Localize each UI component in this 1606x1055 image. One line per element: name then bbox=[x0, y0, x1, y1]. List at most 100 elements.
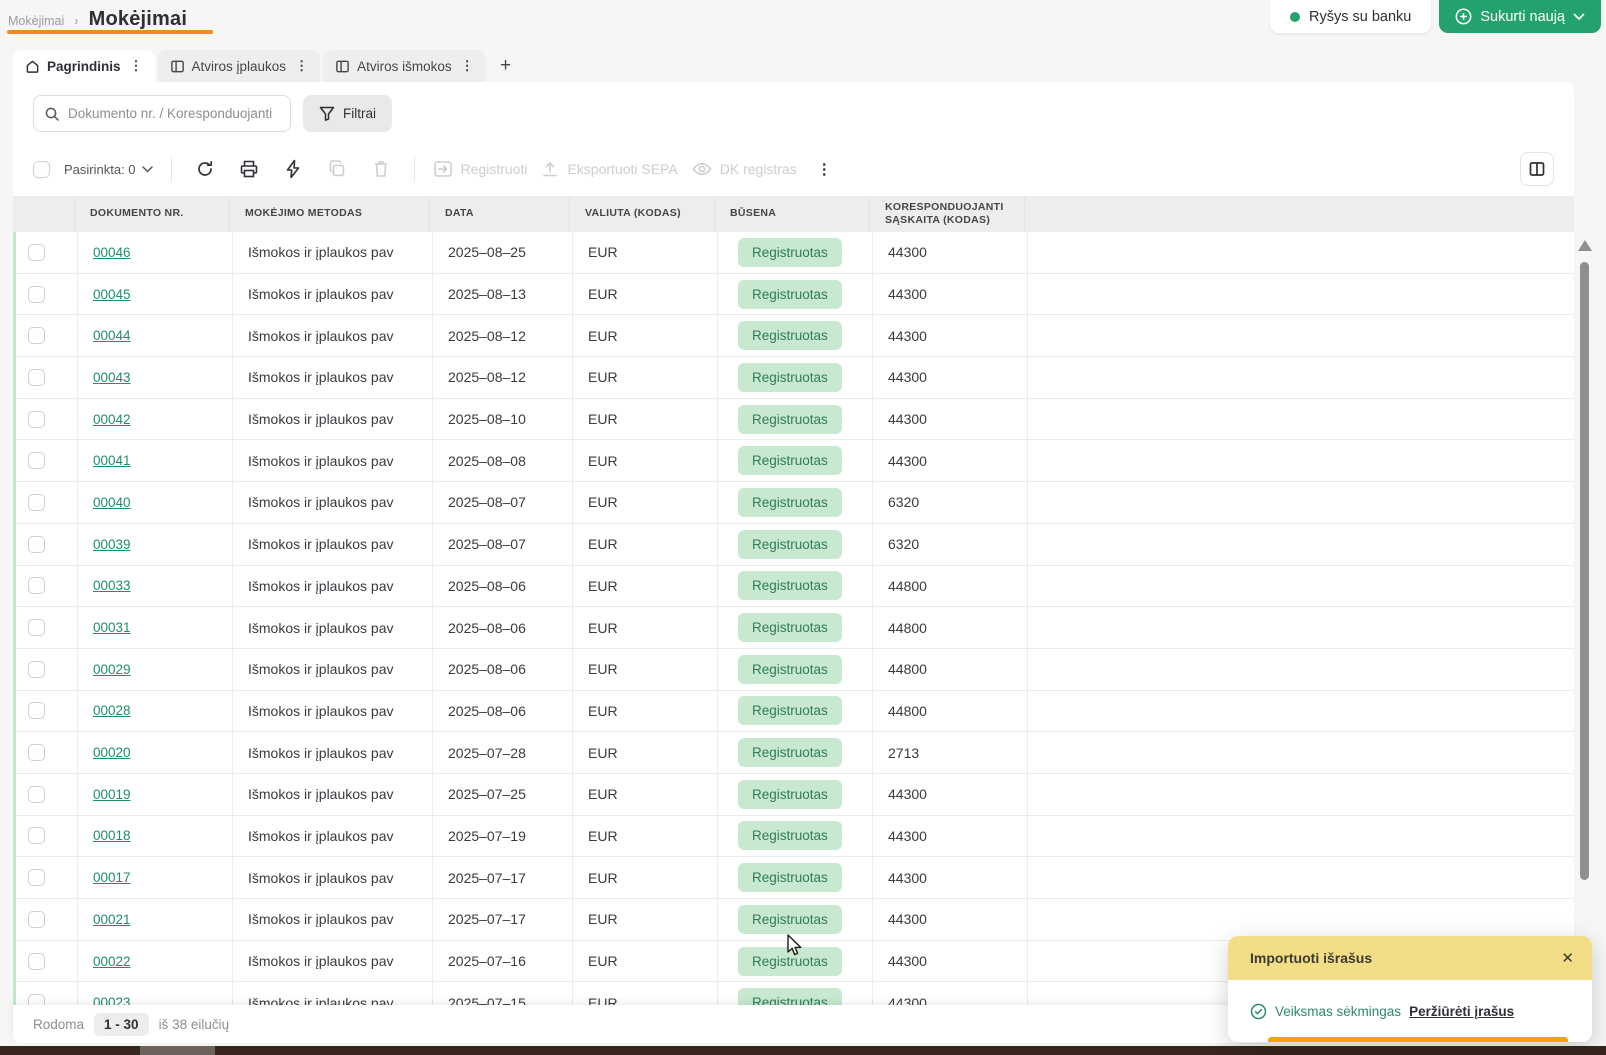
document-link[interactable]: 00022 bbox=[93, 954, 131, 969]
row-checkbox[interactable] bbox=[28, 869, 45, 886]
dk-register-button[interactable]: DK registras bbox=[692, 161, 797, 177]
row-checkbox[interactable] bbox=[28, 953, 45, 970]
document-link[interactable]: 00033 bbox=[93, 578, 131, 593]
select-all-checkbox[interactable] bbox=[33, 161, 50, 178]
document-link[interactable]: 00028 bbox=[93, 703, 131, 718]
document-link[interactable]: 00040 bbox=[93, 495, 131, 510]
empty-cell bbox=[1028, 607, 1574, 648]
tab-atviros-ismokos[interactable]: Atviros išmokos ⋮ bbox=[323, 50, 486, 82]
row-checkbox[interactable] bbox=[28, 494, 45, 511]
document-link[interactable]: 00043 bbox=[93, 370, 131, 385]
tab-menu-kebab-icon[interactable]: ⋮ bbox=[293, 58, 310, 74]
row-checkbox-cell bbox=[16, 315, 78, 356]
row-checkbox[interactable] bbox=[28, 452, 45, 469]
column-header-currency[interactable]: VALIUTA (KODAS) bbox=[570, 196, 715, 232]
tab-atviros-iplaukos[interactable]: Atviros įplaukos ⋮ bbox=[158, 50, 321, 82]
eye-icon bbox=[692, 161, 712, 177]
table-row: 00018Išmokos ir įplaukos pav2025–07–19EU… bbox=[16, 816, 1574, 858]
document-link[interactable]: 00021 bbox=[93, 912, 131, 927]
document-link[interactable]: 00029 bbox=[93, 662, 131, 677]
column-settings-button[interactable] bbox=[1520, 152, 1554, 186]
row-checkbox[interactable] bbox=[28, 827, 45, 844]
create-new-button[interactable]: Sukurti naują bbox=[1439, 0, 1601, 33]
document-link[interactable]: 00017 bbox=[93, 870, 131, 885]
column-header-payment-method[interactable]: MOKĖJIMO METODAS bbox=[230, 196, 430, 232]
document-link[interactable]: 00044 bbox=[93, 328, 131, 343]
payment-method-cell: Išmokos ir įplaukos pav bbox=[233, 857, 433, 898]
scroll-up-arrow[interactable] bbox=[1578, 240, 1592, 251]
row-checkbox[interactable] bbox=[28, 786, 45, 803]
row-checkbox[interactable] bbox=[28, 577, 45, 594]
empty-cell bbox=[1028, 899, 1574, 940]
vertical-scrollbar[interactable] bbox=[1580, 262, 1589, 880]
table-row: 00044Išmokos ir įplaukos pav2025–08–12EU… bbox=[16, 315, 1574, 357]
document-nr-cell: 00020 bbox=[78, 732, 233, 773]
date-cell: 2025–08–07 bbox=[433, 524, 573, 565]
date-cell: 2025–08–06 bbox=[433, 649, 573, 690]
table-row: 00040Išmokos ir įplaukos pav2025–08–07EU… bbox=[16, 482, 1574, 524]
toolbar-more-kebab-icon[interactable]: ⋮ bbox=[811, 160, 838, 178]
document-nr-cell: 00046 bbox=[78, 232, 233, 273]
refresh-icon bbox=[195, 159, 215, 179]
row-checkbox[interactable] bbox=[28, 369, 45, 386]
date-cell: 2025–08–08 bbox=[433, 440, 573, 481]
add-tab-button[interactable]: + bbox=[489, 50, 523, 82]
status-badge: Registruotas bbox=[738, 947, 842, 976]
print-button[interactable] bbox=[234, 154, 264, 184]
delete-button[interactable] bbox=[366, 154, 396, 184]
table-row: 00041Išmokos ir įplaukos pav2025–08–08EU… bbox=[16, 440, 1574, 482]
currency-cell: EUR bbox=[573, 399, 718, 440]
tab-menu-kebab-icon[interactable]: ⋮ bbox=[459, 58, 476, 74]
document-link[interactable]: 00042 bbox=[93, 412, 131, 427]
breadcrumb-parent[interactable]: Mokėjimai bbox=[8, 14, 64, 28]
row-checkbox[interactable] bbox=[28, 327, 45, 344]
document-link[interactable]: 00031 bbox=[93, 620, 131, 635]
row-checkbox[interactable] bbox=[28, 286, 45, 303]
document-link[interactable]: 00020 bbox=[93, 745, 131, 760]
view-records-link[interactable]: Peržiūrėti įrašus bbox=[1409, 1004, 1514, 1019]
row-checkbox[interactable] bbox=[28, 244, 45, 261]
column-header-document-nr[interactable]: DOKUMENTO NR. bbox=[75, 196, 230, 232]
copy-button[interactable] bbox=[322, 154, 352, 184]
currency-cell: EUR bbox=[573, 899, 718, 940]
refresh-button[interactable] bbox=[190, 154, 220, 184]
quick-action-button[interactable] bbox=[278, 154, 308, 184]
document-link[interactable]: 00019 bbox=[93, 787, 131, 802]
column-header-status[interactable]: BŪSENA bbox=[715, 196, 870, 232]
export-up-icon bbox=[541, 160, 559, 178]
row-checkbox[interactable] bbox=[28, 702, 45, 719]
row-checkbox[interactable] bbox=[28, 994, 45, 1005]
filters-button[interactable]: Filtrai bbox=[303, 95, 392, 132]
tab-pagrindinis[interactable]: Pagrindinis ⋮ bbox=[13, 50, 155, 82]
bottom-bar bbox=[0, 1046, 1606, 1055]
row-checkbox[interactable] bbox=[28, 744, 45, 761]
column-header-corresponding-account[interactable]: KORESPONDUOJANTI SĄSKAITA (KODAS) bbox=[870, 196, 1025, 232]
register-button[interactable]: Registruoti bbox=[433, 160, 528, 178]
empty-cell bbox=[1028, 774, 1574, 815]
document-link[interactable]: 00046 bbox=[93, 245, 131, 260]
row-checkbox[interactable] bbox=[28, 536, 45, 553]
document-link[interactable]: 00018 bbox=[93, 828, 131, 843]
document-link[interactable]: 00039 bbox=[93, 537, 131, 552]
status-badge: Registruotas bbox=[738, 363, 842, 392]
row-checkbox[interactable] bbox=[28, 911, 45, 928]
document-link[interactable]: 00041 bbox=[93, 453, 131, 468]
column-header-date[interactable]: DATA bbox=[430, 196, 570, 232]
export-sepa-button[interactable]: Eksportuoti SEPA bbox=[541, 160, 677, 178]
close-icon[interactable]: ✕ bbox=[1561, 949, 1574, 967]
document-link[interactable]: 00045 bbox=[93, 287, 131, 302]
selected-count-dropdown[interactable]: Pasirinkta: 0 bbox=[64, 162, 153, 177]
status-badge: Registruotas bbox=[738, 821, 842, 850]
corresponding-account-cell: 44300 bbox=[873, 274, 1028, 315]
date-cell: 2025–08–06 bbox=[433, 691, 573, 732]
toolbar-divider bbox=[171, 157, 172, 181]
table-row: 00043Išmokos ir įplaukos pav2025–08–12EU… bbox=[16, 357, 1574, 399]
document-link[interactable]: 00023 bbox=[93, 995, 131, 1005]
bank-connection-button[interactable]: Ryšys su banku bbox=[1270, 0, 1431, 33]
search-input[interactable] bbox=[68, 106, 280, 121]
row-range-pill[interactable]: 1 - 30 bbox=[94, 1013, 149, 1036]
row-checkbox[interactable] bbox=[28, 661, 45, 678]
row-checkbox[interactable] bbox=[28, 619, 45, 636]
tab-menu-kebab-icon[interactable]: ⋮ bbox=[128, 58, 145, 74]
row-checkbox[interactable] bbox=[28, 411, 45, 428]
